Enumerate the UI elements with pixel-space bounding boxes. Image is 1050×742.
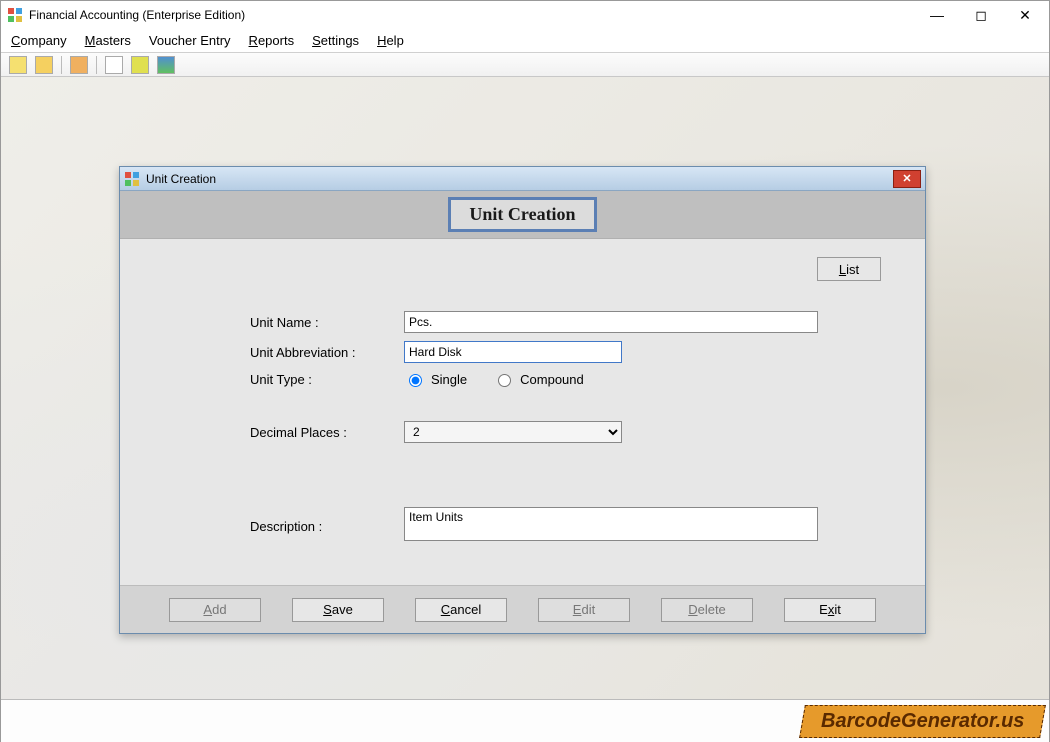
label-unit-abbreviation: Unit Abbreviation : (164, 345, 404, 360)
toolbar-icon-6[interactable] (157, 56, 175, 74)
description-input[interactable] (404, 507, 818, 541)
footer: BarcodeGenerator.us (1, 699, 1049, 742)
add-button[interactable]: Add (169, 598, 261, 622)
app-icon (7, 7, 23, 23)
label-decimal-places: Decimal Places : (164, 425, 404, 440)
save-button[interactable]: Save (292, 598, 384, 622)
unit-abbreviation-input[interactable] (404, 341, 622, 363)
toolbar-separator (96, 56, 97, 74)
main-window-title: Financial Accounting (Enterprise Edition… (29, 8, 245, 22)
exit-button[interactable]: Exit (784, 598, 876, 622)
minimize-button[interactable]: — (915, 2, 959, 28)
dialog-titlebar: Unit Creation ✕ (120, 167, 925, 191)
work-area: Unit Creation ✕ Unit Creation List Unit … (1, 77, 1049, 699)
menu-settings[interactable]: Settings (312, 33, 359, 48)
toolbar-icon-5[interactable] (131, 56, 149, 74)
unit-creation-dialog: Unit Creation ✕ Unit Creation List Unit … (119, 166, 926, 634)
list-button[interactable]: List (817, 257, 881, 281)
maximize-button[interactable]: ◻ (959, 2, 1003, 28)
radio-single-input[interactable] (409, 374, 422, 387)
main-titlebar: Financial Accounting (Enterprise Edition… (1, 1, 1049, 29)
menu-voucher-entry[interactable]: Voucher Entry (149, 33, 231, 48)
radio-single[interactable]: Single (404, 371, 467, 387)
decimal-places-select[interactable]: 2 (404, 421, 622, 443)
radio-compound-input[interactable] (498, 374, 511, 387)
main-window: Financial Accounting (Enterprise Edition… (0, 0, 1050, 742)
edit-button[interactable]: Edit (538, 598, 630, 622)
dialog-icon (124, 171, 140, 187)
close-button[interactable]: ✕ (1003, 2, 1047, 28)
toolbar-icon-3[interactable] (70, 56, 88, 74)
menubar: Company Masters Voucher Entry Reports Se… (1, 29, 1049, 53)
radio-single-label: Single (431, 372, 467, 387)
toolbar-icon-2[interactable] (35, 56, 53, 74)
toolbar-icon-4[interactable] (105, 56, 123, 74)
toolbar-separator (61, 56, 62, 74)
dialog-body: List Unit Name : Unit Abbreviation : Uni… (120, 239, 925, 587)
toolbar-icon-1[interactable] (9, 56, 27, 74)
radio-compound[interactable]: Compound (493, 371, 584, 387)
radio-compound-label: Compound (520, 372, 584, 387)
delete-button[interactable]: Delete (661, 598, 753, 622)
dialog-heading: Unit Creation (448, 197, 596, 232)
menu-help[interactable]: Help (377, 33, 404, 48)
brand-tag: BarcodeGenerator.us (799, 705, 1046, 738)
menu-masters[interactable]: Masters (85, 33, 131, 48)
menu-company[interactable]: Company (11, 33, 67, 48)
dialog-header: Unit Creation (120, 191, 925, 239)
unit-name-input[interactable] (404, 311, 818, 333)
dialog-footer: Add Save Cancel Edit Delete Exit (120, 585, 925, 633)
label-unit-name: Unit Name : (164, 315, 404, 330)
dialog-close-button[interactable]: ✕ (893, 170, 921, 188)
dialog-title: Unit Creation (146, 172, 216, 186)
cancel-button[interactable]: Cancel (415, 598, 507, 622)
menu-reports[interactable]: Reports (249, 33, 295, 48)
label-description: Description : (164, 519, 404, 534)
label-unit-type: Unit Type : (164, 372, 404, 387)
toolbar (1, 53, 1049, 77)
